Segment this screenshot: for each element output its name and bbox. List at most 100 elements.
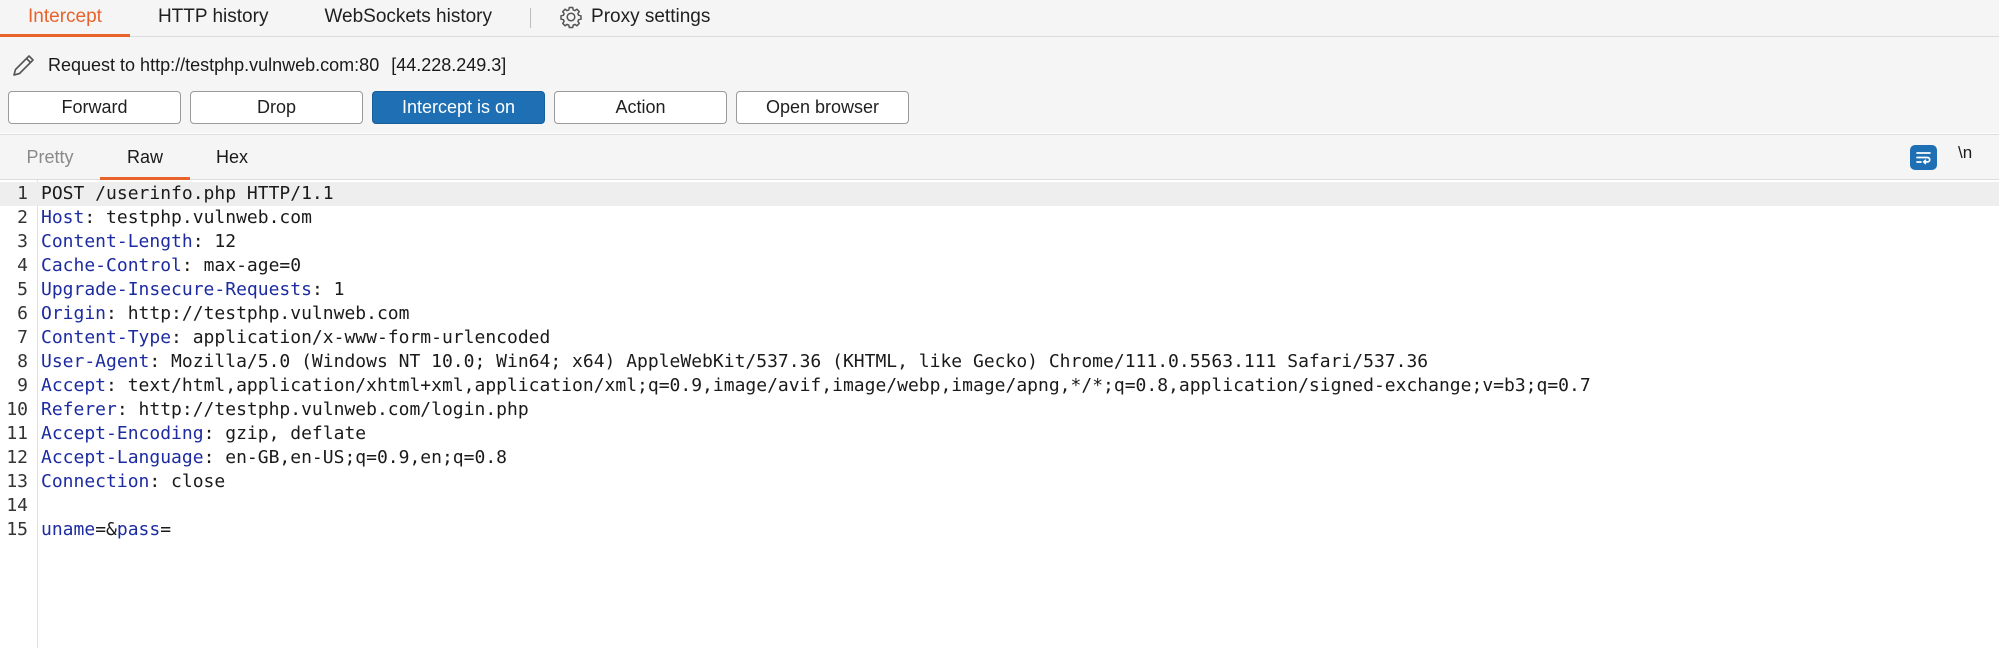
header-name: Cache-Control bbox=[41, 255, 182, 276]
header-name: Origin bbox=[41, 303, 107, 324]
tab-intercept[interactable]: Intercept bbox=[0, 0, 130, 37]
header-name: Accept bbox=[41, 375, 107, 396]
header-name: Accept-Language bbox=[41, 447, 204, 468]
pencil-icon bbox=[13, 55, 34, 76]
tab-websockets-history-label: WebSockets history bbox=[324, 6, 493, 27]
line-content: Referer: http://testphp.vulnweb.com/logi… bbox=[41, 398, 529, 422]
tab-http-history[interactable]: HTTP history bbox=[130, 0, 297, 36]
header-value: : Mozilla/5.0 (Windows NT 10.0; Win64; x… bbox=[149, 351, 1429, 372]
header-name: User-Agent bbox=[41, 351, 150, 372]
line-number: 2 bbox=[17, 207, 28, 228]
line-content: Upgrade-Insecure-Requests: 1 bbox=[41, 278, 344, 302]
header-name: Referer bbox=[41, 399, 117, 420]
header-value: : application/x-www-form-urlencoded bbox=[171, 327, 551, 348]
line-number: 10 bbox=[6, 399, 28, 420]
line-number: 3 bbox=[17, 231, 28, 252]
line-number: 4 bbox=[17, 255, 28, 276]
header-name: Accept-Encoding bbox=[41, 423, 204, 444]
code-line: 5 Upgrade-Insecure-Requests: 1 bbox=[0, 278, 1999, 302]
line-content: POST /userinfo.php HTTP/1.1 bbox=[41, 182, 334, 206]
code-line: 2 Host: testphp.vulnweb.com bbox=[0, 206, 1999, 230]
line-content: Content-Length: 12 bbox=[41, 230, 236, 254]
tab-raw[interactable]: Raw bbox=[100, 135, 190, 180]
action-button[interactable]: Action bbox=[554, 91, 727, 124]
request-line: POST /userinfo.php HTTP/1.1 bbox=[41, 183, 334, 204]
header-value: : text/html,application/xhtml+xml,applic… bbox=[106, 375, 1591, 396]
header-name: Connection bbox=[41, 471, 150, 492]
header-name: Host bbox=[41, 207, 85, 228]
code-line: 11 Accept-Encoding: gzip, deflate bbox=[0, 422, 1999, 446]
header-value: : 12 bbox=[192, 231, 237, 252]
tab-hex[interactable]: Hex bbox=[190, 135, 274, 179]
line-content: Cache-Control: max-age=0 bbox=[41, 254, 301, 278]
line-content: Accept-Encoding: gzip, deflate bbox=[41, 422, 366, 446]
gear-icon bbox=[560, 6, 582, 29]
header-value: : gzip, deflate bbox=[203, 423, 367, 444]
open-browser-button[interactable]: Open browser bbox=[736, 91, 909, 124]
header-value: : max-age=0 bbox=[181, 255, 302, 276]
line-content: Accept: text/html,application/xhtml+xml,… bbox=[41, 374, 1591, 398]
request-target: Request to http://testphp.vulnweb.com:80… bbox=[10, 51, 506, 79]
body-param-name: uname bbox=[41, 519, 96, 540]
code-line: 3 Content-Length: 12 bbox=[0, 230, 1999, 254]
drop-button[interactable]: Drop bbox=[190, 91, 363, 124]
header-value: : testphp.vulnweb.com bbox=[84, 207, 312, 228]
line-content: Content-Type: application/x-www-form-url… bbox=[41, 326, 550, 350]
tab-pretty[interactable]: Pretty bbox=[0, 135, 100, 179]
message-editor-tabs: Pretty Raw Hex \n bbox=[0, 134, 1999, 180]
line-number: 11 bbox=[6, 423, 28, 444]
line-number: 5 bbox=[17, 279, 28, 300]
line-content: Connection: close bbox=[41, 470, 225, 494]
body-operator: = bbox=[160, 519, 172, 540]
line-content: Host: testphp.vulnweb.com bbox=[41, 206, 312, 230]
show-newlines-toggle[interactable]: \n bbox=[1958, 143, 1972, 163]
line-content: Accept-Language: en-GB,en-US;q=0.9,en;q=… bbox=[41, 446, 507, 470]
tab-websockets-history[interactable]: WebSockets history bbox=[296, 0, 520, 36]
line-number: 12 bbox=[6, 447, 28, 468]
code-line: 12 Accept-Language: en-GB,en-US;q=0.9,en;… bbox=[0, 446, 1999, 470]
wrap-glyph-icon bbox=[1916, 152, 1931, 165]
header-name: Content-Type bbox=[41, 327, 172, 348]
code-line: 13 Connection: close bbox=[0, 470, 1999, 494]
tab-divider bbox=[530, 8, 532, 28]
intercept-toggle-button[interactable]: Intercept is on bbox=[372, 91, 545, 124]
header-value: : en-GB,en-US;q=0.9,en;q=0.8 bbox=[203, 447, 507, 468]
body-param-name: pass bbox=[116, 519, 161, 540]
line-number: 9 bbox=[17, 375, 28, 396]
line-number: 6 bbox=[17, 303, 28, 324]
request-toolbar: Request to http://testphp.vulnweb.com:80… bbox=[0, 37, 1999, 133]
tab-proxy-settings-label: Proxy settings bbox=[591, 6, 711, 27]
tab-intercept-label: Intercept bbox=[28, 6, 102, 27]
request-ip: [44.228.249.3] bbox=[391, 54, 507, 75]
line-number: 8 bbox=[17, 351, 28, 372]
wrap-lines-icon[interactable] bbox=[1910, 145, 1937, 170]
line-number: 15 bbox=[6, 519, 28, 540]
line-content: User-Agent: Mozilla/5.0 (Windows NT 10.0… bbox=[41, 350, 1428, 374]
tab-http-history-label: HTTP history bbox=[157, 6, 269, 27]
tab-proxy-settings[interactable]: Proxy settings bbox=[541, 0, 738, 36]
code-line: 7 Content-Type: application/x-www-form-ur… bbox=[0, 326, 1999, 350]
code-line: 8 User-Agent: Mozilla/5.0 (Windows NT 10.… bbox=[0, 350, 1999, 374]
forward-button[interactable]: Forward bbox=[8, 91, 181, 124]
header-value: : 1 bbox=[311, 279, 345, 300]
line-number: 7 bbox=[17, 327, 28, 348]
header-value: : http://testphp.vulnweb.com/login.php bbox=[116, 399, 529, 420]
code-line: 6 Origin: http://testphp.vulnweb.com bbox=[0, 302, 1999, 326]
header-name: Content-Length bbox=[41, 231, 193, 252]
line-number: 13 bbox=[6, 471, 28, 492]
line-number: 14 bbox=[6, 495, 28, 516]
request-editor[interactable]: 1 POST /userinfo.php HTTP/1.1 2 Host: testp… bbox=[0, 180, 1999, 648]
line-content: uname=&pass= bbox=[41, 518, 171, 542]
request-url: Request to http://testphp.vulnweb.com:80 bbox=[48, 54, 380, 75]
line-content: Origin: http://testphp.vulnweb.com bbox=[41, 302, 409, 326]
code-line: 15 uname=&pass= bbox=[0, 518, 1999, 542]
line-number: 1 bbox=[17, 183, 28, 204]
body-operator: =& bbox=[95, 519, 117, 540]
code-line: 4 Cache-Control: max-age=0 bbox=[0, 254, 1999, 278]
code-line: 1 POST /userinfo.php HTTP/1.1 bbox=[0, 182, 1999, 206]
header-value: : close bbox=[149, 471, 226, 492]
burp-proxy-intercept: Intercept HTTP history WebSockets histor… bbox=[0, 0, 1999, 648]
code-line: 10 Referer: http://testphp.vulnweb.com/lo… bbox=[0, 398, 1999, 422]
proxy-tab-bar: Intercept HTTP history WebSockets histor… bbox=[0, 0, 1999, 37]
header-value: : http://testphp.vulnweb.com bbox=[106, 303, 410, 324]
